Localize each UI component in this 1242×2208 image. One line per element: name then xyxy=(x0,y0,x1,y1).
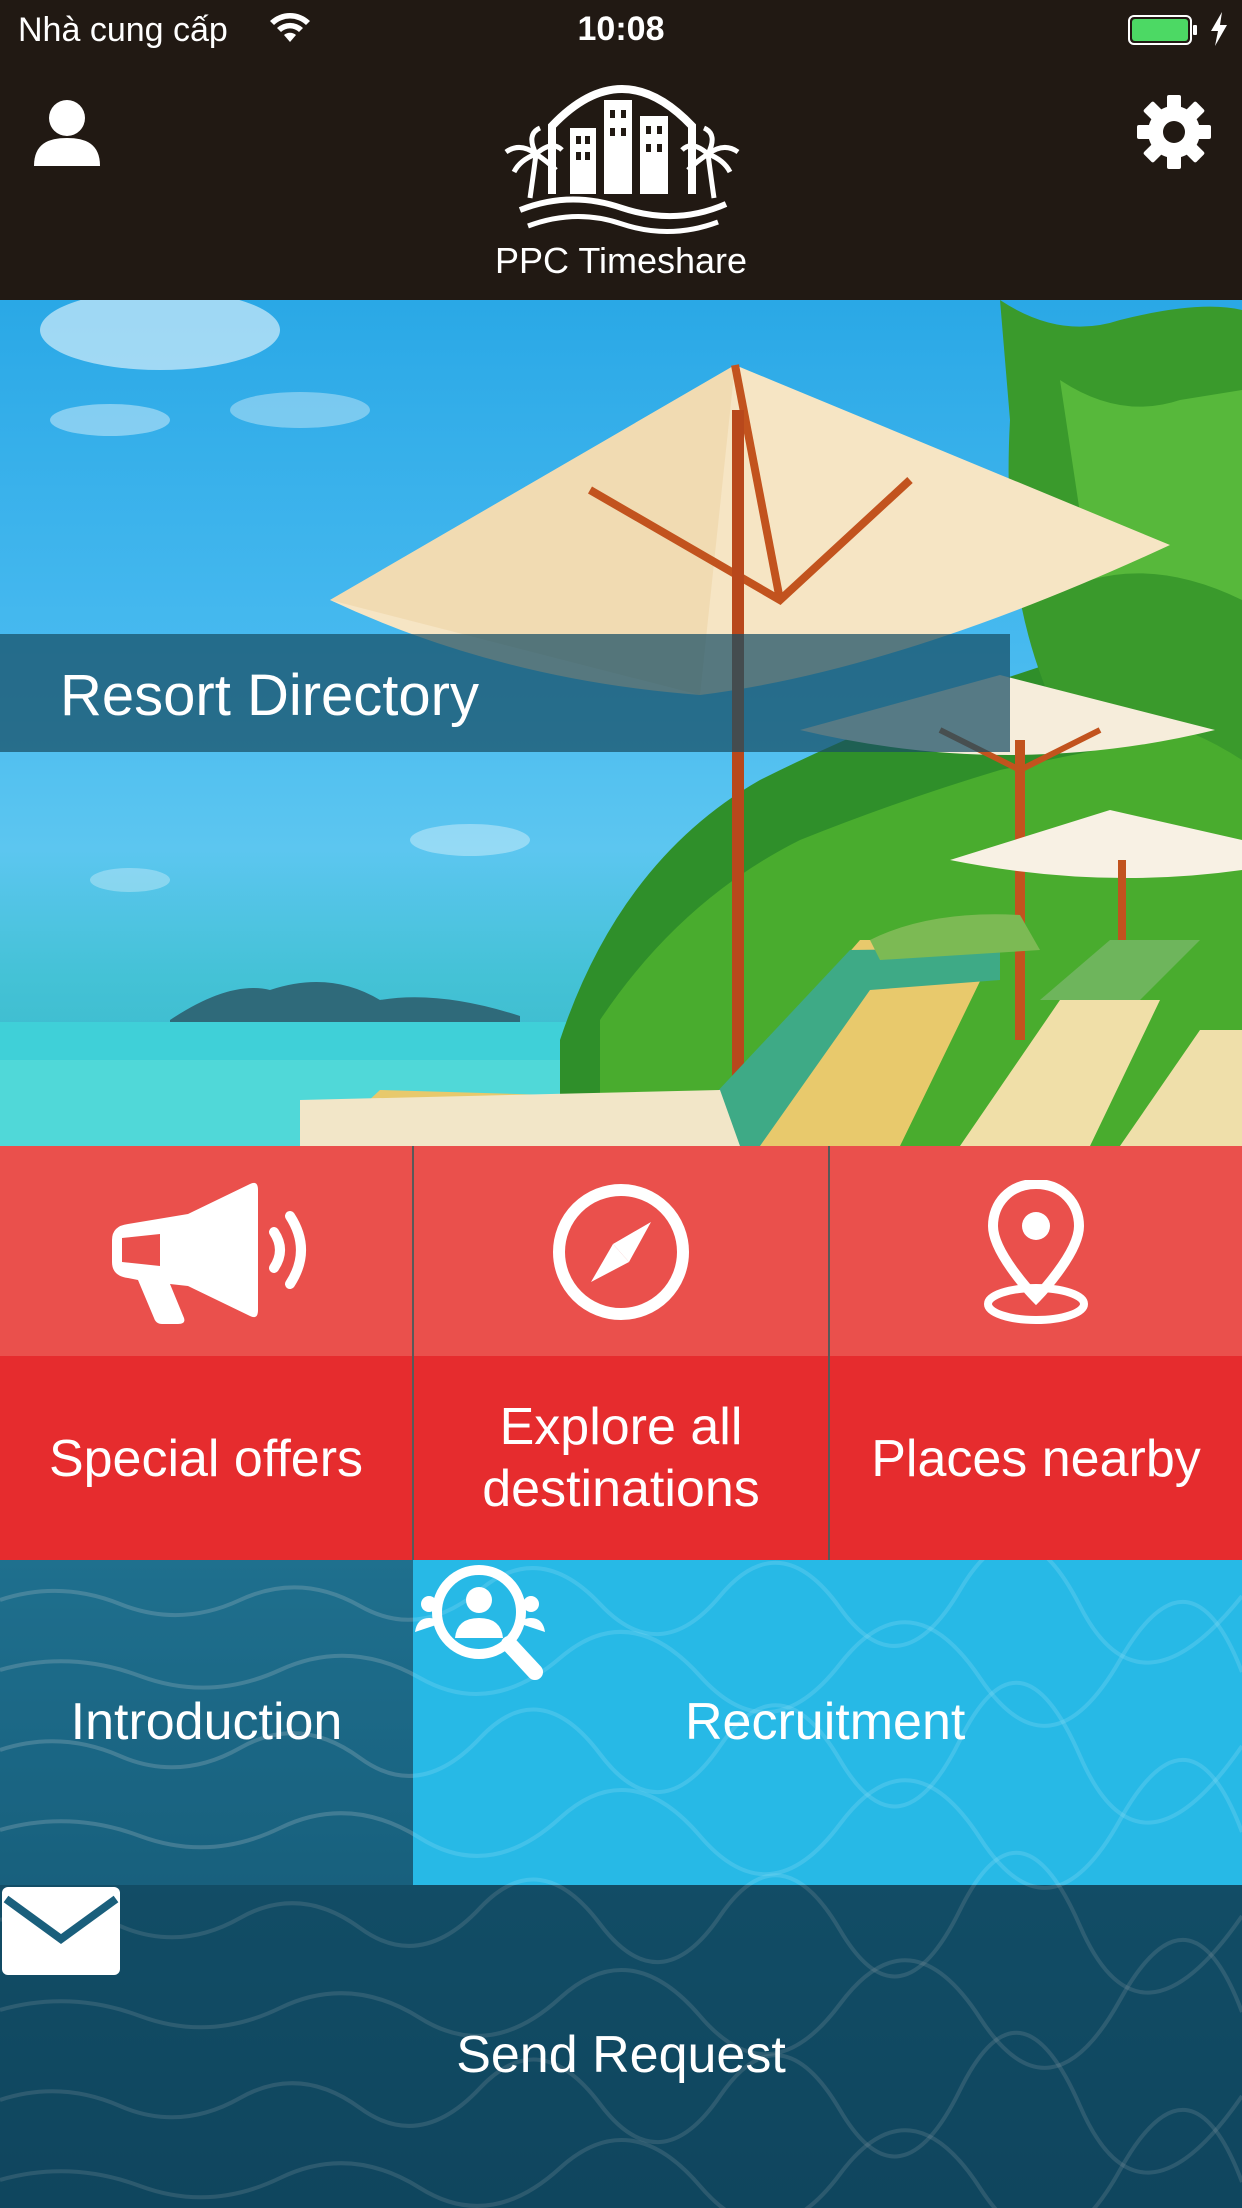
status-bar: Nhà cung cấp 10:08 xyxy=(0,0,1242,58)
brand-logo xyxy=(504,85,740,234)
introduction-tile[interactable]: Introduction xyxy=(0,1560,413,1885)
special-offers-tile[interactable]: Special offers xyxy=(0,1146,412,1560)
hero-banner: Resort Directory xyxy=(0,634,1010,752)
explore-label-line2: destinations xyxy=(482,1460,760,1518)
recruitment-search-icon xyxy=(415,1565,545,1680)
battery-icon xyxy=(1128,15,1197,45)
recruitment-label: Recruitment xyxy=(685,1693,966,1751)
gear-icon[interactable] xyxy=(1136,94,1212,170)
user-icon[interactable] xyxy=(32,96,102,168)
pool-background: Introduction Recruitment Send Request xyxy=(0,1560,1242,2208)
places-nearby-label: Places nearby xyxy=(871,1430,1201,1488)
brand-name: PPC Timeshare xyxy=(494,240,748,281)
introduction-label: Introduction xyxy=(70,1693,343,1751)
special-offers-icon-area xyxy=(0,1146,412,1356)
places-nearby-icon-area xyxy=(830,1146,1242,1356)
app-header: PPC Timeshare xyxy=(0,58,1242,300)
charging-icon xyxy=(1211,12,1227,46)
resort-directory-hero[interactable]: Resort Directory xyxy=(0,300,1242,1146)
explore-label-line1: Explore all xyxy=(499,1398,743,1456)
explore-icon-area xyxy=(414,1146,828,1356)
location-pin-icon xyxy=(984,1180,1088,1324)
compass-icon xyxy=(553,1184,689,1320)
explore-destinations-tile[interactable]: Explore all destinations xyxy=(414,1146,828,1560)
resort-directory-label: Resort Directory xyxy=(60,663,479,728)
clock: 10:08 xyxy=(577,10,665,48)
explore-label-area: Explore all destinations xyxy=(414,1356,828,1560)
places-nearby-tile[interactable]: Places nearby xyxy=(830,1146,1242,1560)
special-offers-label-area: Special offers xyxy=(0,1356,412,1560)
places-nearby-label-area: Places nearby xyxy=(830,1356,1242,1560)
send-request-label: Send Request xyxy=(456,2026,786,2084)
special-offers-label: Special offers xyxy=(48,1430,364,1488)
megaphone-icon xyxy=(112,1182,306,1324)
send-request-tile[interactable]: Send Request xyxy=(0,1885,1242,2208)
mail-icon xyxy=(2,1887,120,1975)
recruitment-tile[interactable]: Recruitment xyxy=(413,1560,1242,1885)
